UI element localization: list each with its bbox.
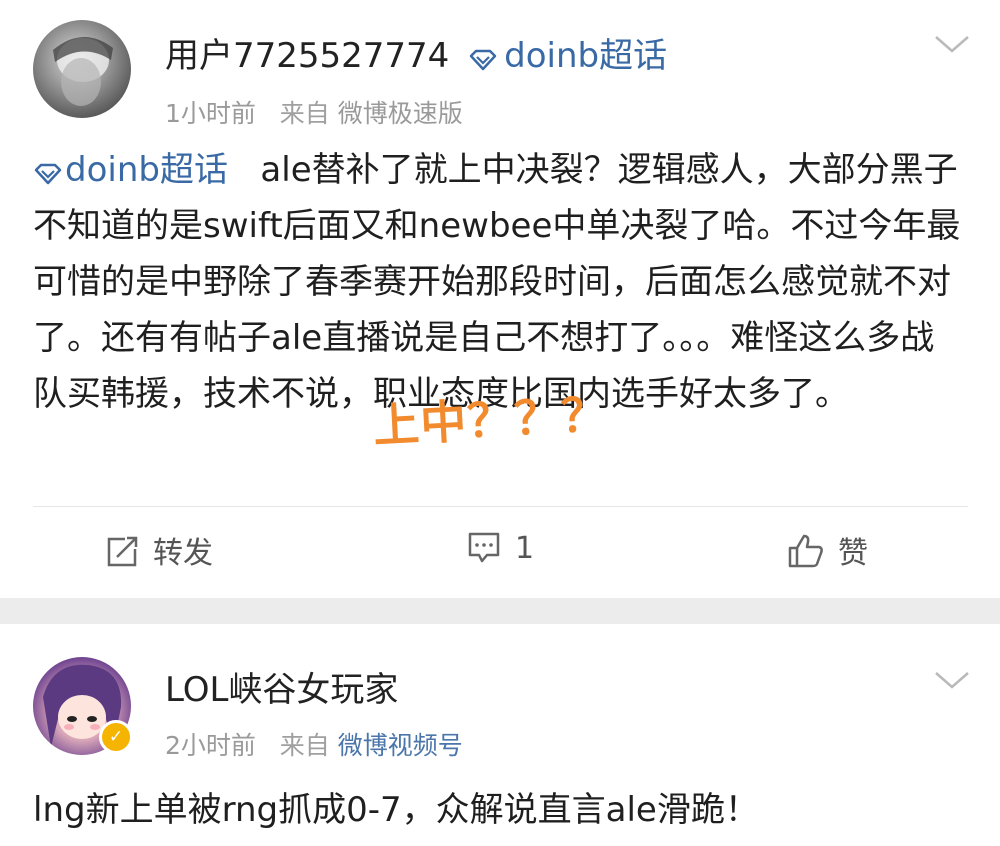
client-name[interactable]: 微博视频号 bbox=[338, 731, 463, 760]
like-button[interactable]: 赞 bbox=[786, 528, 868, 576]
topic-name: doinb超话 bbox=[504, 36, 668, 76]
post-content: lng新上单被rng抓成0-7，众解说直言ale滑跪！ bbox=[33, 782, 963, 838]
content-topic-link[interactable]: doinb超话 bbox=[33, 150, 239, 190]
post-time: 1小时前 bbox=[165, 99, 256, 128]
weibo-post: 用户7725527774 doinb超话 1小时前 来自 微博极速版 doinb… bbox=[0, 0, 1000, 598]
source-label: 来自 bbox=[279, 99, 330, 128]
post-meta: 1小时前 来自 微博极速版 bbox=[165, 94, 463, 130]
avatar-portrait bbox=[53, 36, 113, 106]
post-content: doinb超话 ale替补了就上中决裂？逻辑感人，大部分黑子不知道的是swift… bbox=[33, 142, 963, 422]
annotation-overlay: 上中？？？ bbox=[371, 386, 610, 454]
comment-count: 1 bbox=[515, 531, 535, 566]
weibo-post: ✓ LOL峡谷女玩家 2小时前 来自 微博视频号 lng新上单被rng抓成0-7… bbox=[0, 624, 1000, 846]
post-meta: 2小时前 来自 微博视频号 bbox=[165, 726, 463, 762]
super-topic-diamond-icon bbox=[469, 49, 497, 71]
chevron-down-icon[interactable] bbox=[932, 668, 972, 692]
content-text: lng新上单被rng抓成0-7，众解说直言ale滑跪！ bbox=[33, 790, 759, 830]
chevron-down-icon[interactable] bbox=[932, 32, 972, 56]
repost-label: 转发 bbox=[153, 536, 213, 571]
client-name: 微博极速版 bbox=[337, 99, 463, 128]
source-label: 来自 bbox=[279, 731, 330, 760]
post-time: 2小时前 bbox=[165, 731, 256, 760]
comment-button[interactable]: 1 bbox=[465, 528, 534, 576]
username[interactable]: 用户7725527774 bbox=[165, 36, 449, 76]
like-icon bbox=[788, 534, 823, 568]
post-separator bbox=[0, 598, 1000, 624]
divider bbox=[33, 506, 968, 507]
like-label: 赞 bbox=[838, 536, 868, 571]
username[interactable]: LOL峡谷女玩家 bbox=[165, 662, 398, 711]
super-topic-diamond-icon bbox=[34, 163, 62, 185]
repost-icon bbox=[107, 536, 138, 567]
post-header: 用户7725527774 doinb超话 bbox=[165, 28, 667, 77]
topic-link[interactable]: doinb超话 bbox=[460, 36, 667, 76]
verified-badge-icon: ✓ bbox=[99, 720, 133, 754]
content-topic-name: doinb超话 bbox=[65, 150, 228, 190]
repost-button[interactable]: 转发 bbox=[103, 528, 213, 576]
avatar[interactable] bbox=[33, 20, 131, 118]
comment-icon bbox=[468, 532, 500, 563]
